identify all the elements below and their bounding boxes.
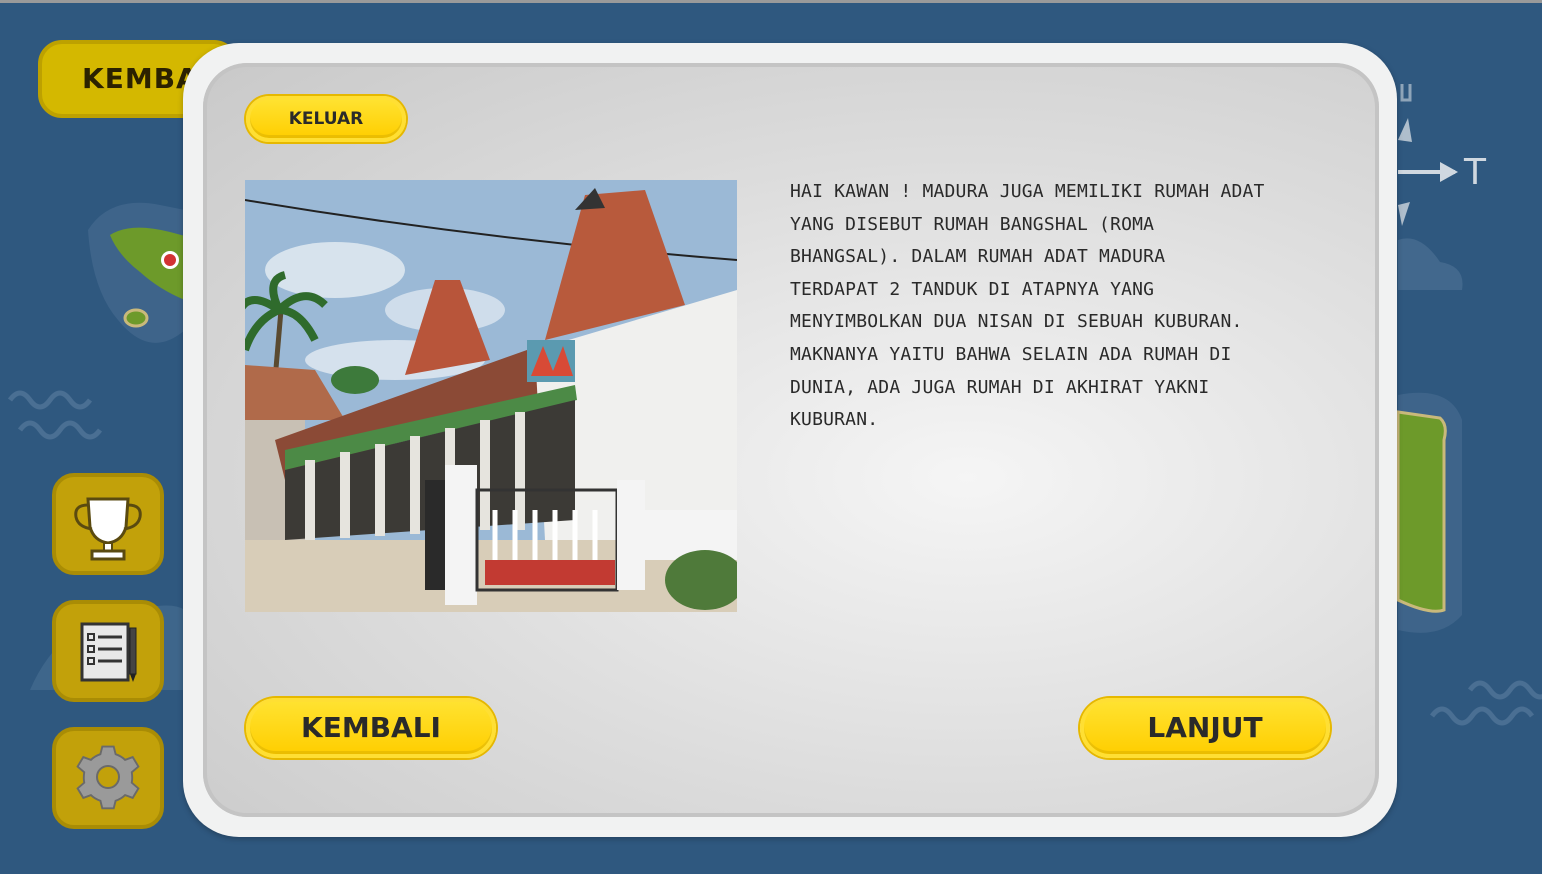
checklist-button[interactable] [52,600,164,702]
checklist-icon [80,622,137,682]
next-button[interactable]: LANJUT [1080,698,1330,758]
back-button[interactable]: KEMBALI [246,698,496,758]
info-text: HAI KAWAN ! MADURA JUGA MEMILIKI RUMAH A… [790,176,1330,437]
info-text-line: MAKNANYA YAITU BAHWA SELAIN ADA RUMAH DI [790,343,1232,365]
info-text-line: YANG DISEBUT RUMAH BANGSHAL (ROMA [790,213,1155,235]
info-text-line: TERDAPAT 2 TANDUK DI ATAPNYA YANG [790,278,1155,300]
settings-button[interactable] [52,727,164,829]
info-text-line: MENYIMBOLKAN DUA NISAN DI SEBUAH KUBURAN… [790,311,1243,333]
info-text-line: HAI KAWAN ! MADURA JUGA MEMILIKI RUMAH A… [790,181,1265,202]
gear-icon [76,745,140,810]
compass-east-label: T [1464,152,1486,193]
trophy-button[interactable] [52,473,164,575]
info-text-line: KUBURAN. [790,409,879,431]
traditional-house-photo [245,180,737,612]
info-text-line: BHANGSAL). DALAM RUMAH ADAT MADURA [790,246,1166,268]
exit-button[interactable]: KELUAR [246,96,406,142]
trophy-icon [74,497,142,561]
info-text-line: DUNIA, ADA JUGA RUMAH DI AKHIRAT YAKNI [790,376,1210,398]
